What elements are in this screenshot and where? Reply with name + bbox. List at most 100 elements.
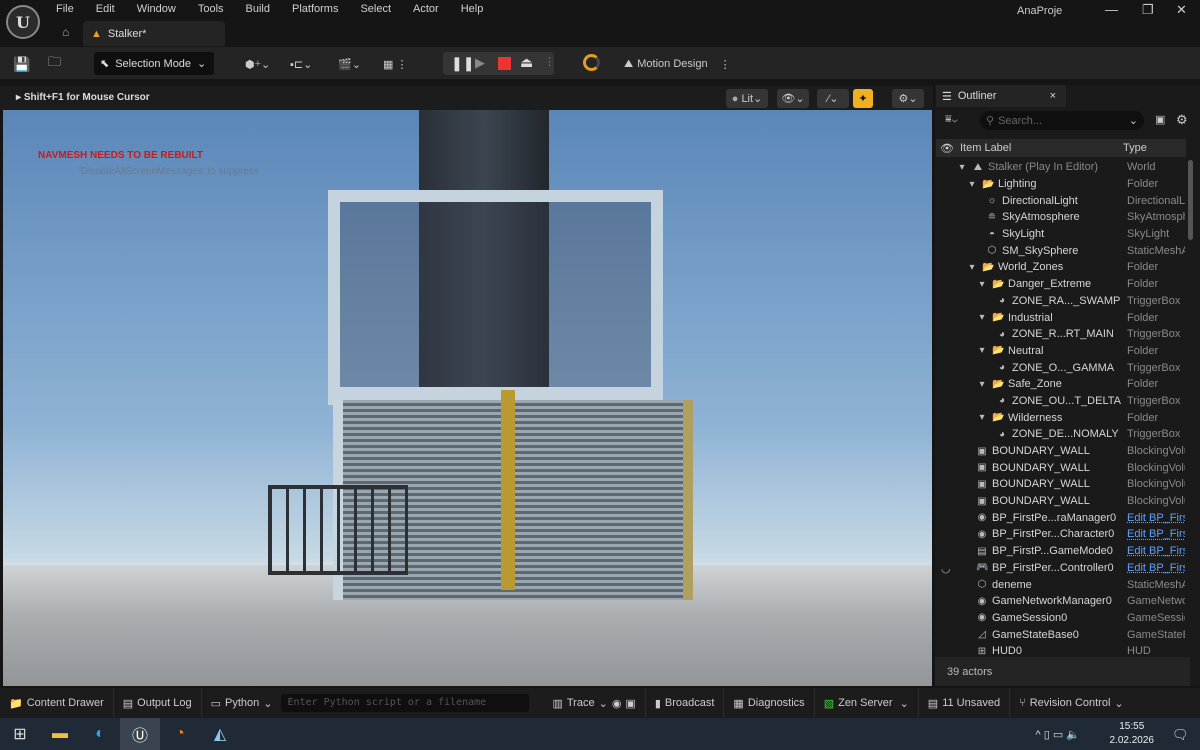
close-icon[interactable]: × [1050,90,1056,102]
visibility-eye-icon[interactable]: 👁 [940,142,954,155]
outliner-row[interactable]: ▣ BOUNDARY_WALL BlockingVolu [936,493,1186,510]
revision-control-dropdown[interactable]: ⑂ Revision Control ⌄ [1010,688,1133,718]
add-actor-button[interactable]: ⬢ + ⌄ [245,52,270,76]
expand-arrow-icon[interactable]: ▾ [976,312,988,323]
close-button[interactable]: ✕ [1176,2,1187,18]
edge-icon[interactable]: ◐ [80,718,120,750]
outliner-row[interactable]: ⬡ deneme StaticMeshA [936,576,1186,593]
stop-icon[interactable] [498,57,511,70]
unreal-taskbar-icon[interactable]: Ⓤ [120,718,160,750]
blueprint-button[interactable]: ▪⊏⌄ [290,52,312,76]
notifications-icon[interactable]: 🗨 [1172,727,1189,743]
outliner-row[interactable]: ▣ BOUNDARY_WALL BlockingVolu [936,443,1186,460]
outliner-row[interactable]: ▾ 📂 Lighting Folder [936,176,1186,193]
clock[interactable]: 15:55 2.02.2026 [1110,720,1155,748]
menu-file[interactable]: File [56,3,74,15]
outliner-row[interactable]: ◕ ZONE_DE...NOMALY TriggerBox [936,426,1186,443]
blender-icon[interactable]: ◔ [160,718,200,750]
pause-icon[interactable]: ❚❚ [451,55,474,72]
outliner-row[interactable]: ◉ GameNetworkManager0 GameNetwo [936,593,1186,610]
outliner-row[interactable]: ▣ BOUNDARY_WALL BlockingVolu [936,476,1186,493]
expand-arrow-icon[interactable]: ▾ [976,412,988,423]
level-viewport[interactable]: NAVMESH NEEDS TO BE REBUILT 'DisableAllS… [3,110,932,686]
expand-arrow-icon[interactable]: ▾ [976,279,988,290]
outliner-row[interactable]: ▾ 📂 Danger_Extreme Folder [936,276,1186,293]
more-icon[interactable]: ⋮ [544,55,555,68]
menu-build[interactable]: Build [246,3,270,15]
filter-icon[interactable]: ⩸⌄ [945,113,958,126]
outliner-row[interactable]: ◕ ZONE_R...RT_MAIN TriggerBox [936,326,1186,343]
outliner-row[interactable]: ▾ 📂 Neutral Folder [936,343,1186,360]
expand-arrow-icon[interactable]: ▾ [976,379,988,390]
add-folder-icon[interactable]: ▣ [1155,113,1165,126]
selection-mode-dropdown[interactable]: ⬉ Selection Mode ⌄ [94,52,214,75]
platforms-button[interactable]: ▦ ⋮ [383,52,407,76]
outliner-row[interactable]: ▤ BP_FirstP...GameMode0 Edit BP_Firs [936,543,1186,560]
compile-icon[interactable] [583,54,600,71]
restore-button[interactable]: ❐ [1142,2,1154,18]
app-icon[interactable]: ◭ [200,718,240,750]
outliner-tab[interactable]: ☰ Outliner × [936,85,1066,107]
outliner-row[interactable]: ◕ ZONE_OU...T_DELTA TriggerBox [936,393,1186,410]
outliner-row[interactable]: ▾ 📂 Industrial Folder [936,309,1186,326]
outliner-row[interactable]: ≘ SkyAtmosphere SkyAtmosph [936,209,1186,226]
broadcast-button[interactable]: ▮ Broadcast [646,688,725,718]
system-tray-icons[interactable]: ^ ▯ ▭ 🔈 [1036,728,1080,741]
hidden-eye-icon[interactable]: ◡ [941,562,951,575]
motion-design-button[interactable]: ⛰ Motion Design ⋮ [624,52,731,76]
outliner-row[interactable]: 🎮 BP_FirstPer...Controller0 Edit BP_Firs [936,560,1186,577]
outliner-row[interactable]: ▣ BOUNDARY_WALL BlockingVolu [936,459,1186,476]
performance-icon[interactable]: ⁄⌄ [817,89,849,108]
outliner-row[interactable]: ◉ GameSession0 GameSessic [936,610,1186,627]
windows-start-icon[interactable]: ⊞ [0,718,40,750]
gear-icon[interactable]: ⚙ [1176,112,1188,128]
menu-help[interactable]: Help [461,3,484,15]
file-explorer-icon[interactable]: ▬ [40,718,80,750]
unreal-logo[interactable]: U [6,5,40,39]
snapshot-icon[interactable]: ▣ [625,697,635,710]
outliner-row[interactable]: ▾ ⛰ Stalker (Play In Editor) World [936,159,1186,176]
menu-tools[interactable]: Tools [198,3,224,15]
record-icon[interactable]: ◉ [612,697,622,710]
edit-blueprint-link[interactable]: Edit BP_Firs [1127,545,1185,557]
menu-actor[interactable]: Actor [413,3,439,15]
content-drawer-button[interactable]: 📁 Content Drawer [0,688,114,718]
settings-gear-icon[interactable]: ⚙⌄ [892,89,924,108]
python-input[interactable]: Enter Python script or a filename [281,694,530,712]
save-icon[interactable]: 💾 [13,52,30,76]
outliner-row[interactable]: ◕ ZONE_RA..._SWAMP TriggerBox [936,293,1186,310]
home-icon[interactable]: ⌂ [62,25,69,39]
expand-arrow-icon[interactable]: ▾ [966,262,978,273]
zen-server-dropdown[interactable]: ▧ Zen Server ⌄ [815,688,919,718]
show-eye-icon[interactable]: 👁⌄ [777,89,809,108]
outliner-row[interactable]: ◓ SkyLight SkyLight [936,226,1186,243]
menu-select[interactable]: Select [360,3,391,15]
outliner-row[interactable]: ◿ GameStateBase0 GameStateB [936,626,1186,643]
lit-dropdown[interactable]: ● Lit ⌄ [726,89,768,108]
output-log-button[interactable]: ▤ Output Log [114,688,202,718]
outliner-row[interactable]: ◉ BP_FirstPer...Character0 Edit BP_Firs [936,526,1186,543]
outliner-row[interactable]: ▾ 📂 World_Zones Folder [936,259,1186,276]
outliner-search[interactable]: ⚲ Search... ⌄ [980,111,1144,130]
diagnostics-button[interactable]: ▦ Diagnostics [724,688,815,718]
edit-blueprint-link[interactable]: Edit BP_Firs [1127,562,1185,574]
edit-blueprint-link[interactable]: Edit BP_Firs [1127,512,1185,524]
tab-stalker[interactable]: ▲ Stalker* [83,21,225,46]
trace-dropdown[interactable]: ▥ Trace ⌄ ◉ ▣ [543,688,646,718]
expand-arrow-icon[interactable]: ▾ [956,162,968,173]
menu-edit[interactable]: Edit [96,3,115,15]
outliner-row[interactable]: ▾ 📂 Wilderness Folder [936,409,1186,426]
menu-platforms[interactable]: Platforms [292,3,338,15]
browse-icon[interactable]: 🗀 [48,52,61,76]
outliner-row[interactable]: ◉ BP_FirstPe...raManager0 Edit BP_Firs [936,509,1186,526]
expand-arrow-icon[interactable]: ▾ [966,179,978,190]
outliner-row[interactable]: ▾ 📂 Safe_Zone Folder [936,376,1186,393]
minimize-button[interactable]: — [1105,2,1118,17]
column-type[interactable]: Type [1123,142,1147,154]
outliner-row[interactable]: ◕ ZONE_O..._GAMMA TriggerBox [936,359,1186,376]
column-item-label[interactable]: Item Label [960,142,1011,154]
menu-window[interactable]: Window [137,3,176,15]
python-dropdown[interactable]: ▭ Python ⌄ [202,688,282,718]
eject-icon[interactable]: ⏏ [520,54,533,71]
edit-blueprint-link[interactable]: Edit BP_Firs [1127,528,1185,540]
